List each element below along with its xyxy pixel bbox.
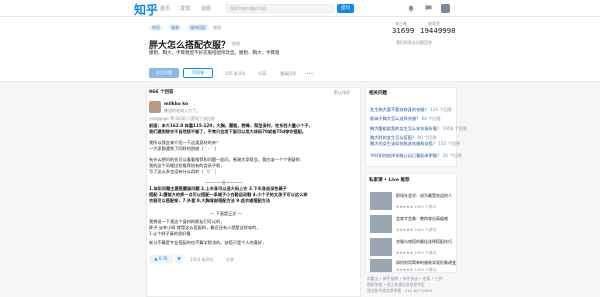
answer-count: 966 个回答 [149,90,174,95]
views-count: 19449998 [420,27,456,35]
answer-text: 老公不算是专业搭配的也不算学院派的。穿搭只是个人的喜好， [149,240,267,245]
agree-info: yonggege 等 6636 人赞同了该回答 [149,116,215,121]
answer-comments-link[interactable]: 1054 条评论 [190,257,213,263]
answer-share-link[interactable]: 分享 [226,257,234,263]
related-question[interactable]: 胖妹子胸大怎么选择衣服？ 68 个回答 [370,116,441,122]
question-header [0,17,600,82]
message-icon[interactable] [425,5,432,11]
answer-text: 衣服可以搭配穿，7.外套 8.大胸背部搭配方法 9.连衣裙搭配方法 [149,198,271,203]
answer-text: 胖子 @李小萌 就是这么搭配的，最近还有人就是这样穿的， [149,225,261,230]
zhihu-logo[interactable]: 知乎 [134,1,158,18]
nav-explore[interactable]: 发现 [180,5,190,12]
answer-text: — 下面是正文 — [210,211,242,216]
author-bio: 集团的老城入力了。 [164,108,200,113]
answer-text: 搭配 3.腰部大的胖一点可以搭配一条裙子小白鞋运动鞋 4.小个子的女孩子可以这么… [149,192,308,197]
related-question[interactable]: 胸大的女生该如何挑选衣服和穿搭？ 155 个回答 [370,141,460,147]
live-thumbnail [370,192,392,210]
edit-tags-link[interactable]: 修改 [213,25,221,31]
live-thumbnail [370,215,392,233]
answer-text: 我想说一下我这个身材的胖友们可以的， [149,219,225,224]
answer-text: 前面：本大162.8 体重115-120，大胸，腰粗，胯骨，梨型身材，吃东西大量… [149,123,313,128]
downvote-button[interactable]: ▼ [175,255,183,263]
topic-tag[interactable]: 服装 [168,24,182,31]
nav-topics[interactable]: 话题 [201,5,211,12]
upvote-button[interactable]: ▲ 6.7K [149,255,173,263]
author-avatar[interactable] [149,101,161,113]
edit-title-link[interactable]: 修改 [232,41,240,47]
topic-tag[interactable]: 穿搭 [149,24,163,31]
write-answer-button[interactable]: 写回答 [183,68,213,78]
nav-home[interactable]: 首页 [160,5,170,12]
top-bar: 知乎 首页 发现 话题 搜索你感兴趣的内容... 提问 [0,0,600,17]
ask-button[interactable]: 提问 [337,4,354,13]
answer-text: 我所以我会来介绍一下这类身材的亲！ [149,140,221,145]
answer-text: 我们遇到穿衣不自然很不够了，平常只会用下面可以用大体码70或者75d穿衣搭配。 [149,129,307,134]
answer-text: 1.让个胖子真的很好看 [149,231,191,236]
related-prompt[interactable]: 我们的胖友问题回答 [396,40,432,46]
share-link[interactable]: 分享 [258,71,266,77]
related-question[interactable]: 胸大腰粗肩宽的女生怎么穿衣服好看？ 1958 个回答 [370,126,467,132]
live-thumbnail [370,259,392,272]
bell-icon[interactable] [408,5,414,12]
followers-count: 31699 [392,27,415,35]
user-avatar[interactable] [441,4,450,13]
related-title: 相关问题 [369,91,387,96]
answer-text: 我的这个风格比较推荐给有的女孩子呢， [149,163,225,168]
answer-text: 有什么想问的也可以看看推荐和问题一起问，感谢大家帮会，我应该一个个答疑的 [149,157,300,162]
related-question[interactable]: 女生胸大要不要穿修身的衣服？ 135 个回答 [370,107,452,113]
topic-tag[interactable]: 服饰搭配 [187,24,209,31]
live-title: 私家课 • Live 推荐 [369,178,410,183]
answer-text: 1.体形问题主要是腰部问题 2.上半身可以选大码上衣 3.下半身选深色裤子 [149,186,287,191]
answer-text: 写了这么多也没有什么用的（´ ▽ ` ） [149,169,220,174]
search-input[interactable]: 搜索你感兴趣的内容... [226,4,334,13]
comments-link[interactable]: 105 条评论 [225,71,246,77]
live-thumbnail [370,238,392,256]
sort-selector[interactable]: 默认排序 [334,90,350,96]
answer-text: ————分———— [205,180,243,185]
follow-question-button[interactable]: 关注问题 [149,68,179,78]
footer-contact: 违法和不良信息举报：010-82716601 [367,288,433,293]
more-options[interactable]: ••• [306,71,313,76]
question-detail: 腰粗、胸大、手臂粗配不好衣服搭配修改显。腰粗、胸大、手臂粗 [149,51,280,56]
answer-text: 一大家都遇到了同样的困惑（ ` - ` ） [149,146,219,151]
author-name[interactable]: milkko ko [164,102,188,107]
related-question[interactable]: 平时如何选择衣服让自己看起来更瘦？ 36 个回答 [370,153,462,159]
invite-link[interactable]: 邀请回答 [280,71,296,77]
